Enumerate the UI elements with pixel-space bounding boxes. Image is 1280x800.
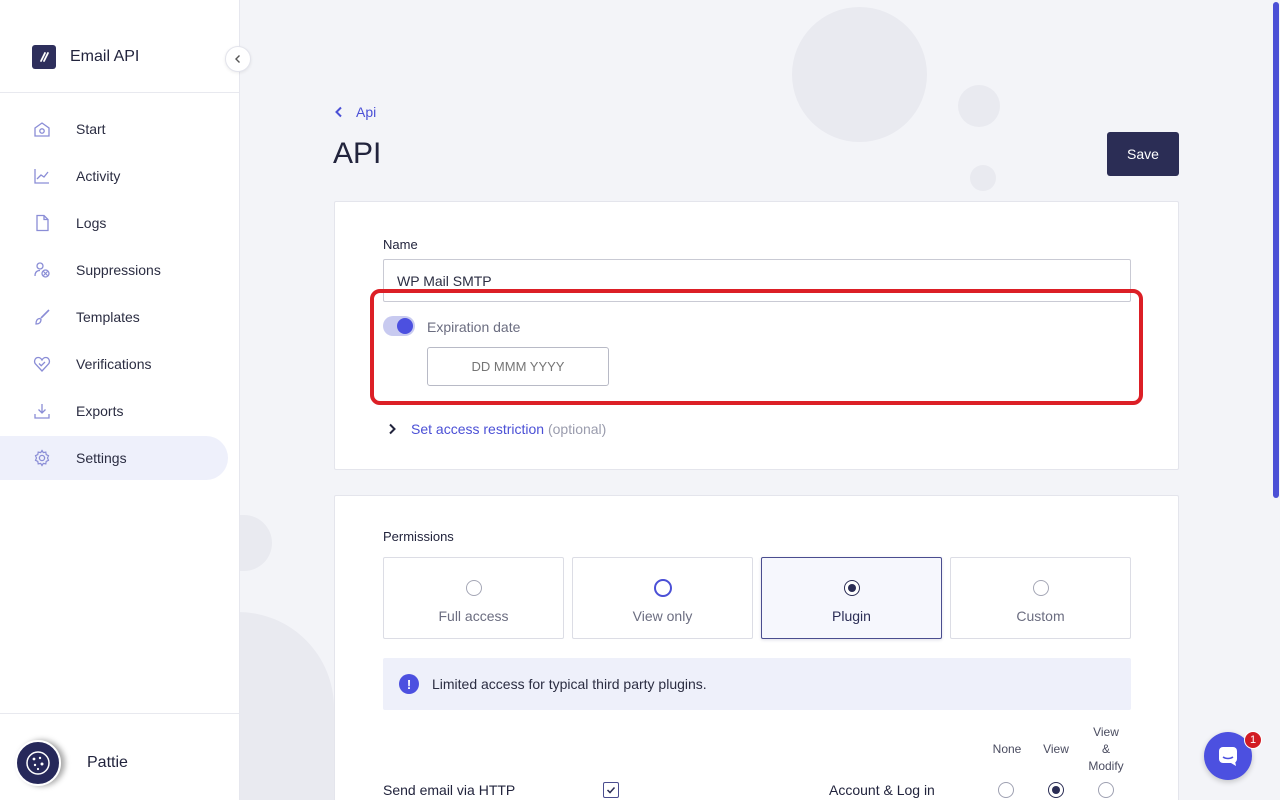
permission-option-full-access[interactable]: Full access: [383, 557, 564, 639]
divider: [0, 92, 239, 93]
sidebar-item-label: Start: [76, 121, 106, 137]
sidebar-item-label: Suppressions: [76, 262, 161, 278]
sidebar-item-label: Exports: [76, 403, 124, 419]
account-login-none-radio[interactable]: [998, 782, 1014, 798]
sidebar-item-label: Activity: [76, 168, 121, 184]
sidebar-item-settings[interactable]: Settings: [0, 436, 228, 480]
scroll-thumb[interactable]: [1273, 2, 1279, 498]
info-text: Limited access for typical third party p…: [432, 676, 707, 692]
sidebar-item-logs[interactable]: Logs: [0, 201, 228, 245]
chevron-left-icon: [335, 106, 342, 118]
access-restriction-toggle[interactable]: Set access restriction (optional): [387, 421, 606, 437]
sidebar-item-label: Verifications: [76, 356, 152, 372]
sidebar-item-label: Logs: [76, 215, 107, 231]
sidebar: Email API Start Activity Logs Suppressio…: [0, 0, 240, 800]
scrollbar[interactable]: [1271, 0, 1280, 800]
sidebar-item-verifications[interactable]: Verifications: [0, 342, 228, 386]
sidebar-nav: Start Activity Logs Suppressions Templat…: [0, 107, 240, 483]
user-block-icon: [32, 260, 52, 280]
permission-row-label: Send email via HTTP: [383, 782, 516, 798]
name-label: Name: [383, 237, 418, 252]
permission-label: Plugin: [832, 608, 871, 624]
permission-option-view-only[interactable]: View only: [572, 557, 753, 639]
app-name: Email API: [70, 48, 140, 65]
permission-row-label: Account & Log in: [829, 782, 935, 798]
permissions-title: Permissions: [383, 529, 454, 544]
annotation-highlight-box: [370, 289, 1143, 405]
background-circle: [970, 165, 996, 191]
radio-icon: [843, 580, 860, 596]
user-profile[interactable]: Pattie: [15, 740, 128, 786]
sidebar-item-label: Settings: [76, 450, 127, 466]
send-email-http-checkbox[interactable]: [603, 782, 619, 798]
account-login-modify-radio[interactable]: [1098, 782, 1114, 798]
chat-icon: [1219, 747, 1237, 766]
column-header-text: View: [1093, 725, 1119, 739]
radio-icon: [653, 579, 672, 597]
sidebar-item-templates[interactable]: Templates: [0, 295, 228, 339]
info-icon: !: [399, 674, 419, 694]
divider: [0, 713, 239, 714]
radio-icon: [465, 580, 482, 596]
background-circle: [792, 7, 927, 142]
radio-icon: [1032, 580, 1049, 596]
sidebar-item-suppressions[interactable]: Suppressions: [0, 248, 228, 292]
heart-check-icon: [32, 354, 52, 374]
permission-label: Custom: [1016, 608, 1065, 624]
column-header-view: View: [1043, 742, 1069, 756]
logo-icon: [32, 45, 56, 69]
save-button[interactable]: Save: [1107, 132, 1179, 176]
background-circle: [238, 612, 334, 800]
notification-badge: 1: [1244, 731, 1262, 749]
sidebar-item-exports[interactable]: Exports: [0, 389, 228, 433]
brush-icon: [32, 307, 52, 327]
column-header-none: None: [992, 742, 1022, 756]
account-login-view-radio[interactable]: [1048, 782, 1064, 798]
sidebar-item-start[interactable]: Start: [0, 107, 228, 151]
column-header-text: &: [1101, 742, 1110, 756]
permission-label: View only: [632, 608, 693, 624]
document-icon: [32, 213, 52, 233]
permission-option-custom[interactable]: Custom: [950, 557, 1131, 639]
column-header-view-modify: View & Modify: [1081, 724, 1131, 775]
permission-info-box: ! Limited access for typical third party…: [383, 658, 1131, 710]
permission-option-plugin[interactable]: Plugin: [761, 557, 942, 639]
access-restriction-link[interactable]: Set access restriction: [411, 421, 544, 437]
breadcrumb-link[interactable]: Api: [356, 104, 376, 120]
breadcrumb[interactable]: Api: [334, 104, 376, 120]
user-name: Pattie: [87, 754, 128, 771]
home-icon: [32, 119, 52, 139]
collapse-sidebar-button[interactable]: [225, 46, 251, 72]
chart-line-icon: [32, 166, 52, 186]
gear-icon: [32, 448, 52, 468]
chevron-right-icon: [389, 423, 396, 435]
optional-note: (optional): [547, 421, 607, 437]
column-header-text: Modify: [1088, 759, 1124, 773]
permissions-card: Permissions Full access View only Plugin…: [334, 495, 1179, 800]
permission-label: Full access: [438, 608, 509, 624]
brand[interactable]: Email API: [32, 45, 139, 69]
download-icon: [32, 401, 52, 421]
background-circle: [238, 515, 272, 571]
background-circle: [958, 85, 1000, 127]
chevron-left-icon: [235, 55, 240, 63]
sidebar-item-label: Templates: [76, 309, 140, 325]
check-icon: [606, 786, 616, 794]
avatar: [15, 740, 61, 786]
sidebar-item-activity[interactable]: Activity: [0, 154, 228, 198]
page-title: API: [333, 137, 382, 170]
